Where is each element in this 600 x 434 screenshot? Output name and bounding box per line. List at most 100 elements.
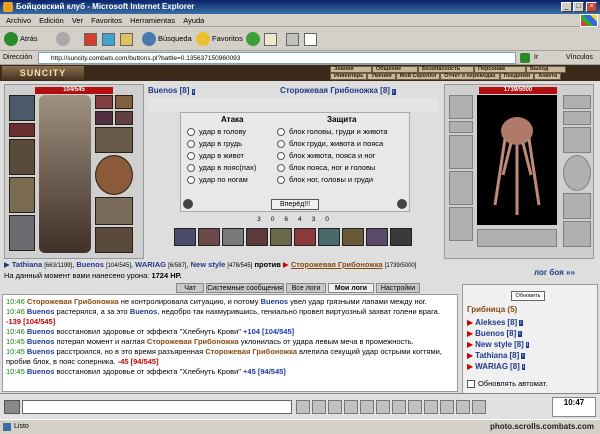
tab-all-logs[interactable]: Все логи <box>286 283 326 293</box>
tool-icon[interactable] <box>392 400 406 414</box>
team-member-name[interactable]: WARIAG <box>135 260 166 269</box>
home-button[interactable] <box>120 30 133 48</box>
nav-knowledge[interactable]: Знания <box>330 66 372 73</box>
minimize-icon[interactable]: _ <box>561 2 572 12</box>
skill-icon[interactable] <box>318 228 340 246</box>
tool-icon[interactable] <box>344 400 358 414</box>
user-name[interactable]: WARIAG <box>475 362 508 371</box>
radio-icon[interactable] <box>187 176 195 184</box>
favorites-button[interactable]: Favoritos <box>196 30 243 48</box>
gloves-slot[interactable] <box>95 127 133 153</box>
skill-icon[interactable] <box>294 228 316 246</box>
menu-ayuda[interactable]: Ayuda <box>183 16 204 25</box>
team-member-name[interactable]: Tathiana <box>12 260 42 269</box>
user-name[interactable]: New style <box>475 340 512 349</box>
enemy-info-icon[interactable]: i <box>392 89 396 95</box>
shield-slot[interactable] <box>9 215 35 251</box>
nav-skills[interactable]: Умения <box>367 73 396 80</box>
refresh-button[interactable] <box>102 30 115 48</box>
info-icon[interactable]: i <box>521 363 526 370</box>
chat-input[interactable] <box>22 400 292 414</box>
search-button[interactable]: Búsqueda <box>142 30 192 48</box>
nav-exit[interactable]: Выход <box>526 66 566 73</box>
stop-button[interactable] <box>84 30 97 48</box>
weapon-slot[interactable] <box>9 139 35 175</box>
chat-mode-icon[interactable] <box>4 400 20 414</box>
info-icon[interactable]: i <box>521 352 525 359</box>
radio-icon[interactable] <box>277 128 285 136</box>
radio-icon[interactable] <box>277 176 285 184</box>
tool-icon[interactable] <box>376 400 390 414</box>
radio-icon[interactable] <box>277 164 285 172</box>
nav-battles[interactable]: Поединки <box>499 73 535 80</box>
player-info-icon[interactable]: i <box>191 89 195 95</box>
team-member-name[interactable]: New style <box>191 260 226 269</box>
attack-option-chest[interactable]: удар в грудь <box>187 138 277 150</box>
tab-system-messages[interactable]: Системные сообщения <box>206 283 284 293</box>
go-arrow-icon[interactable] <box>520 53 530 63</box>
tool-icon[interactable] <box>360 400 374 414</box>
skill-icon[interactable] <box>246 228 268 246</box>
attack-option-head[interactable]: удар в голову <box>187 126 277 138</box>
defense-option-3[interactable]: блок живота, пояса и ног <box>277 150 407 162</box>
tool-icon[interactable] <box>408 400 422 414</box>
nav-inventory[interactable]: Инвентарь <box>330 73 368 80</box>
menu-ver[interactable]: Ver <box>72 16 83 25</box>
defense-option-1[interactable]: блок головы, груди и живота <box>277 126 407 138</box>
battle-log-link[interactable]: лог боя »» <box>534 268 575 277</box>
ring-slot-4[interactable] <box>115 111 133 125</box>
skill-icon[interactable] <box>198 228 220 246</box>
tool-icon[interactable] <box>296 400 310 414</box>
defense-option-4[interactable]: блок пояса, ног и головы <box>277 162 407 174</box>
nav-transfers[interactable]: Отчет о переводах <box>440 73 500 80</box>
radio-icon[interactable] <box>187 140 195 148</box>
skill-icon[interactable] <box>366 228 388 246</box>
nav-scroll[interactable]: Мой Скроллл <box>395 73 441 80</box>
links-button[interactable]: Vínculos <box>566 51 593 65</box>
enemy-link[interactable]: Сторожевая Грибоножка <box>291 260 383 269</box>
attack-option-belly[interactable]: удар в живот <box>187 150 277 162</box>
ring-slot-3[interactable] <box>95 111 113 125</box>
tool-icon[interactable] <box>312 400 326 414</box>
print-button[interactable] <box>286 30 299 48</box>
settings-right-icon[interactable] <box>397 199 407 209</box>
nav-character[interactable]: Персонаж <box>474 66 526 73</box>
maximize-icon[interactable]: □ <box>573 2 584 12</box>
tool-icon[interactable] <box>328 400 342 414</box>
tab-chat[interactable]: Чат <box>176 283 204 293</box>
tab-my-logs[interactable]: Мои логи <box>328 283 374 293</box>
user-name[interactable]: Tathiana <box>475 351 507 360</box>
tool-icon[interactable] <box>472 400 486 414</box>
user-name[interactable]: Buenos <box>475 329 504 338</box>
radio-icon[interactable] <box>277 152 285 160</box>
info-icon[interactable]: i <box>518 330 522 337</box>
menu-favoritos[interactable]: Favoritos <box>91 16 122 25</box>
tab-settings[interactable]: Настройки <box>376 283 420 293</box>
skill-icon[interactable] <box>174 228 196 246</box>
ring-slot-2[interactable] <box>115 95 133 109</box>
settings-left-icon[interactable] <box>183 199 193 209</box>
chat-log[interactable]: 10:46 Сторожевая Грибоножка не контролир… <box>2 294 458 392</box>
amulet-slot[interactable] <box>9 123 35 137</box>
enemy-name[interactable]: Сторожевая Грибоножка <box>280 86 378 95</box>
edit-button[interactable] <box>304 30 317 48</box>
nav-security[interactable]: Безопасность <box>418 66 474 73</box>
forward-button[interactable]: Вперёд!!! <box>271 199 319 210</box>
radio-icon[interactable] <box>277 140 285 148</box>
pants-slot[interactable] <box>95 197 133 225</box>
defense-option-2[interactable]: блок груди, живота и пояса <box>277 138 407 150</box>
armor-slot[interactable] <box>9 177 35 213</box>
forward-button[interactable] <box>56 30 70 48</box>
close-icon[interactable]: × <box>586 2 597 12</box>
skill-icon[interactable] <box>342 228 364 246</box>
history-button[interactable] <box>246 30 260 48</box>
ring-slot-1[interactable] <box>95 95 113 109</box>
refresh-button[interactable]: Обновить <box>511 291 545 301</box>
checkbox-icon[interactable] <box>467 379 475 388</box>
go-button[interactable]: Ir <box>534 51 538 65</box>
tool-icon[interactable] <box>440 400 454 414</box>
menu-archivo[interactable]: Archivo <box>6 16 31 25</box>
info-icon[interactable]: i <box>525 341 530 348</box>
radio-icon[interactable] <box>187 164 195 172</box>
team-member-name[interactable]: Buenos <box>76 260 104 269</box>
